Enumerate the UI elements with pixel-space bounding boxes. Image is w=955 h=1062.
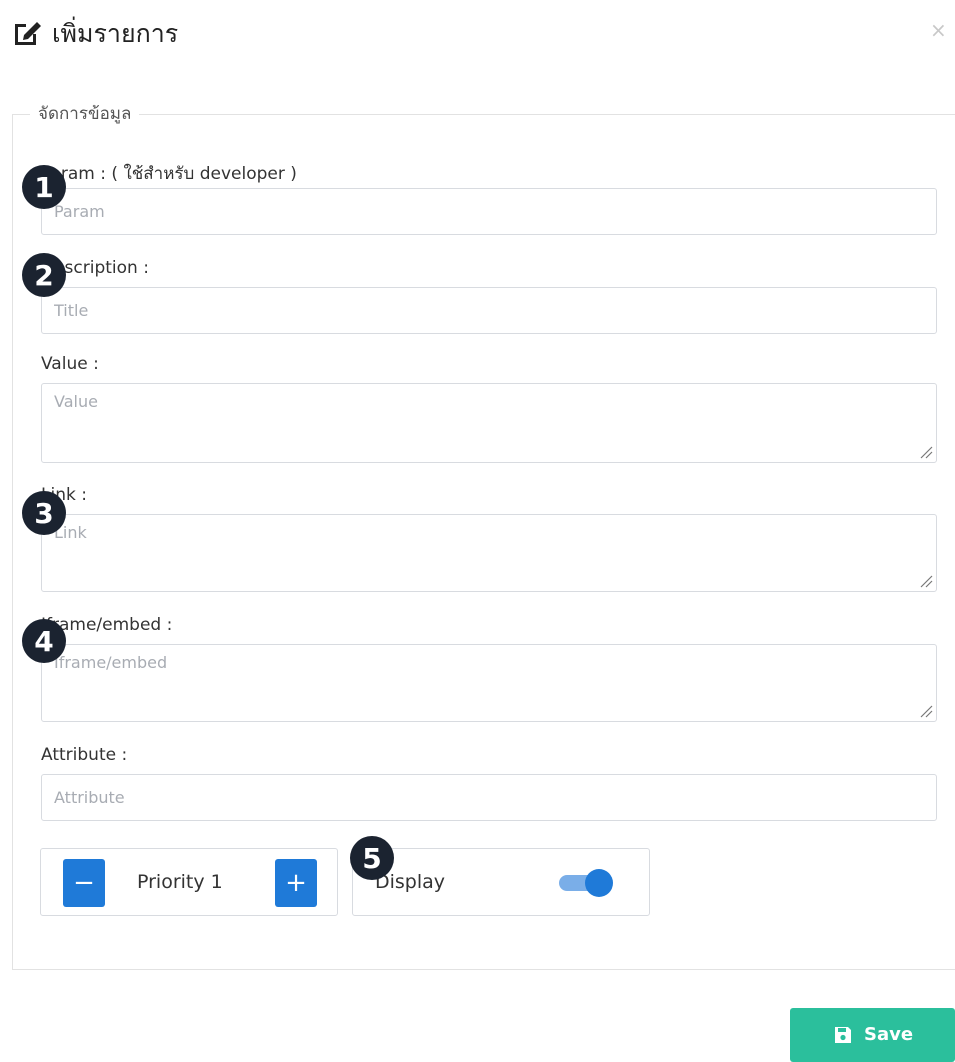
callout-marker-3: 3 xyxy=(22,491,66,535)
modal-title: เพิ่มรายการ xyxy=(52,19,179,48)
value-label: Value : xyxy=(41,354,99,374)
priority-increase-button[interactable]: + xyxy=(275,859,317,907)
modal-header: เพิ่มรายการ × xyxy=(0,0,955,62)
edit-icon xyxy=(15,22,41,45)
resize-handle-icon[interactable] xyxy=(918,573,934,589)
callout-marker-2: 2 xyxy=(22,253,66,297)
callout-marker-4: 4 xyxy=(22,619,66,663)
callout-marker-5: 5 xyxy=(350,836,394,880)
priority-value: Priority 1 xyxy=(137,871,223,893)
iframe-textarea[interactable] xyxy=(41,644,937,722)
param-label: Param : ( ใช้สำหรับ developer ) xyxy=(41,164,297,184)
save-label: Save xyxy=(864,1024,914,1045)
save-icon xyxy=(835,1027,851,1043)
priority-decrease-button[interactable]: − xyxy=(63,859,105,907)
priority-stepper: − Priority 1 + xyxy=(40,848,338,916)
param-input[interactable] xyxy=(41,188,937,235)
save-button[interactable]: Save xyxy=(790,1008,955,1062)
close-icon[interactable]: × xyxy=(930,18,947,42)
description-input[interactable] xyxy=(41,287,937,334)
resize-handle-icon[interactable] xyxy=(918,703,934,719)
display-toggle[interactable] xyxy=(555,869,613,897)
resize-handle-icon[interactable] xyxy=(918,444,934,460)
toggle-knob xyxy=(585,869,613,897)
attribute-label: Attribute : xyxy=(41,745,128,765)
display-toggle-box: Display xyxy=(352,848,650,916)
fieldset-legend: จัดการข้อมูล xyxy=(30,100,140,127)
link-textarea[interactable] xyxy=(41,514,937,592)
callout-marker-1: 1 xyxy=(22,165,66,209)
attribute-input[interactable] xyxy=(41,774,937,821)
value-textarea[interactable] xyxy=(41,383,937,463)
